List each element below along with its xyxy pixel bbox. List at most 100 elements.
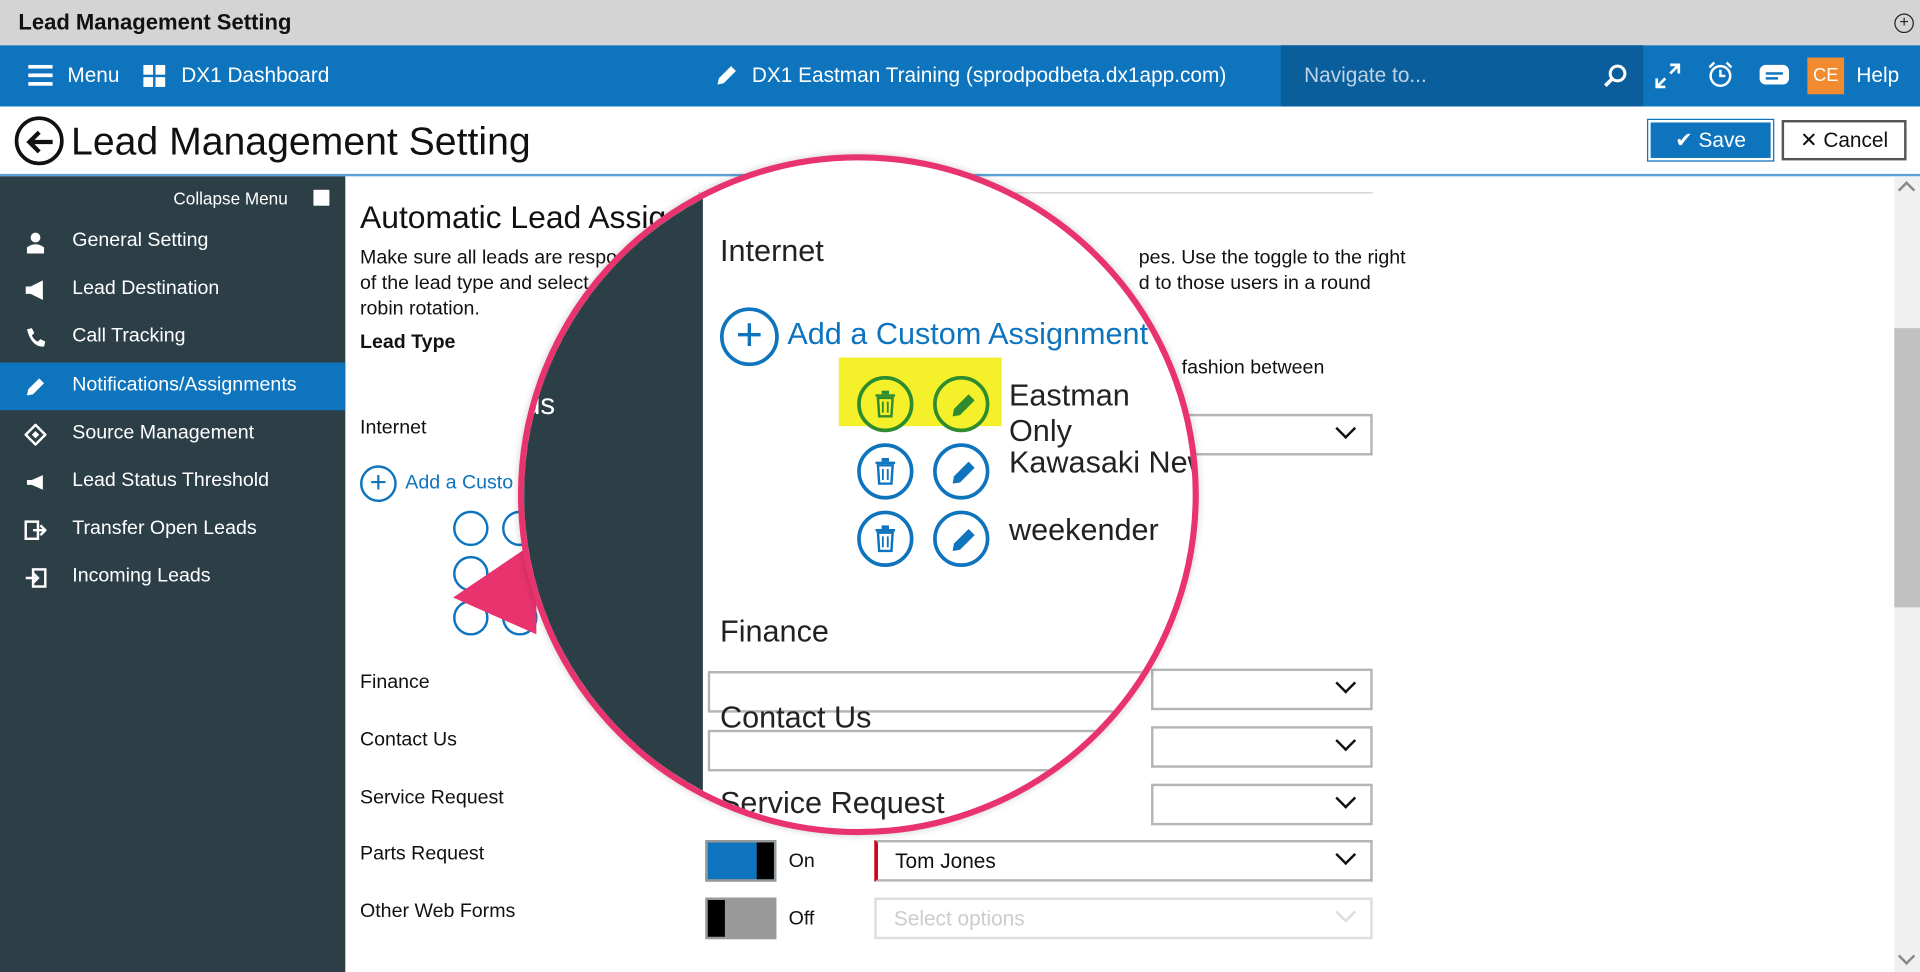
description-text: robin rotation. — [360, 298, 480, 320]
zoom-magnifier: d ds Internet + Add a Custom Assignment … — [517, 154, 1199, 836]
magnified-internet-label: Internet — [720, 233, 824, 269]
back-button[interactable] — [14, 116, 64, 166]
person-icon — [26, 232, 45, 254]
toggle-state-label: On — [788, 851, 815, 872]
chevron-down-icon — [1335, 730, 1357, 752]
magnified-active-strip — [524, 160, 703, 195]
add-window-icon[interactable]: + — [1894, 13, 1914, 34]
sidebar-item-call-tracking[interactable]: Call Tracking — [0, 313, 345, 361]
help-link[interactable]: Help — [1856, 64, 1899, 88]
expand-icon[interactable] — [1654, 62, 1681, 89]
back-arrow-icon — [26, 130, 53, 154]
search-icon[interactable] — [1603, 64, 1627, 88]
sidebar-item-transfer-open-leads[interactable]: Transfer Open Leads — [0, 506, 345, 554]
transfer-icon — [24, 520, 47, 541]
parts-request-select[interactable]: Tom Jones — [874, 840, 1373, 882]
sidebar-item-label: Lead Destination — [72, 277, 220, 299]
chevron-down-icon — [1335, 418, 1357, 439]
ticket-icon — [24, 423, 47, 446]
page-title: Lead Management Setting — [71, 118, 531, 163]
collapse-icon[interactable] — [313, 189, 330, 206]
sidebar-item-label: Notifications/Assignments — [72, 374, 297, 396]
lead-type-finance: Finance — [360, 672, 430, 694]
edit-icon[interactable] — [933, 375, 990, 433]
trash-icon[interactable] — [857, 375, 914, 433]
add-icon[interactable]: + — [360, 465, 397, 503]
add-icon[interactable]: + — [720, 307, 779, 367]
dashboard-link[interactable]: DX1 Dashboard — [181, 64, 329, 88]
select-placeholder: Select options — [893, 907, 1025, 931]
site-name[interactable]: DX1 Eastman Training (sprodpodbeta.dx1ap… — [752, 64, 1226, 88]
sidebar: Collapse Menu General Setting Lead Desti… — [0, 176, 346, 972]
pencil-icon — [717, 66, 736, 85]
sidebar-item-label: Incoming Leads — [72, 565, 211, 587]
scroll-down-icon[interactable] — [1897, 947, 1916, 965]
other-web-forms-toggle[interactable] — [705, 897, 777, 940]
magnified-contact-select[interactable] — [707, 729, 1193, 772]
lead-type-header: Lead Type — [360, 331, 456, 353]
sidebar-item-lead-status-threshold[interactable]: Lead Status Threshold — [0, 458, 345, 506]
add-custom-link[interactable]: Add a Custo — [405, 473, 513, 495]
sidebar-item-label: Source Management — [72, 422, 255, 444]
edit-icon[interactable] — [933, 510, 990, 567]
window-title: Lead Management Setting — [18, 9, 292, 35]
toggle-knob — [707, 900, 725, 937]
chat-icon[interactable] — [1758, 64, 1790, 88]
service-request-select[interactable] — [1151, 783, 1373, 826]
alarm-clock-icon[interactable] — [1707, 61, 1734, 88]
phone-icon — [26, 328, 46, 347]
incoming-icon — [25, 568, 47, 588]
scroll-up-icon[interactable] — [1897, 181, 1916, 199]
sidebar-item-source-management[interactable]: Source Management — [0, 410, 345, 458]
sidebar-item-notifications-assignments[interactable]: Notifications/Assignments — [0, 362, 346, 411]
magnified-finance-label: Finance — [720, 614, 829, 649]
window-titlebar: Lead Management Setting + — [0, 0, 1920, 46]
save-label: Save — [1698, 128, 1746, 152]
sidebar-item-incoming-leads[interactable]: Incoming Leads — [0, 553, 345, 601]
collapse-menu-button[interactable]: Collapse Menu — [173, 189, 287, 209]
trash-icon[interactable] — [857, 510, 914, 567]
check-icon: ✔ — [1675, 128, 1693, 152]
other-web-forms-select[interactable]: Select options — [874, 897, 1373, 940]
lead-type-internet: Internet — [360, 417, 427, 439]
description-text: d to those users in a round — [1138, 273, 1371, 294]
vertical-scrollbar[interactable] — [1894, 176, 1920, 972]
navigate-input[interactable] — [1280, 45, 1587, 107]
assignment-rule-name: Kawasaki New — [1008, 445, 1199, 481]
lead-type-parts-request: Parts Request — [360, 843, 485, 865]
chevron-down-icon — [1335, 844, 1357, 866]
sidebar-item-lead-destination[interactable]: Lead Destination — [0, 266, 345, 314]
sidebar-item-label: General Setting — [72, 230, 209, 252]
trash-icon[interactable] — [857, 443, 914, 500]
assignment-rule-name: Eastman Only — [1008, 378, 1130, 449]
magnified-sidebar-text: ds — [524, 388, 556, 422]
edit-icon[interactable] — [933, 443, 990, 500]
selected-value: Tom Jones — [895, 849, 996, 874]
hamburger-icon[interactable] — [28, 64, 53, 87]
sidebar-item-general-setting[interactable]: General Setting — [0, 218, 345, 266]
dashboard-icon — [143, 64, 166, 87]
toggle-knob — [756, 842, 774, 880]
magnified-service-request-label: Service Request — [720, 786, 945, 821]
description-text: pes. Use the toggle to the right — [1138, 247, 1406, 269]
add-custom-assignment-link[interactable]: Add a Custom Assignment R — [787, 317, 1178, 353]
toggle-state-label: Off — [788, 908, 815, 930]
sidebar-item-label: Lead Status Threshold — [72, 470, 270, 492]
lead-type-other-web-forms: Other Web Forms — [360, 901, 516, 923]
navigate-search — [1280, 45, 1644, 107]
save-button[interactable]: ✔ Save — [1646, 118, 1775, 162]
menu-button[interactable]: Menu — [67, 64, 119, 88]
magnified-sidebar-text: d — [533, 314, 551, 348]
magnified-sidebar: d ds — [524, 160, 703, 829]
sidebar-item-label: Transfer Open Leads — [72, 517, 257, 539]
lead-type-service-request: Service Request — [360, 787, 504, 809]
parts-request-toggle[interactable] — [705, 840, 777, 882]
user-avatar[interactable]: CE — [1807, 57, 1845, 95]
page-header: Lead Management Setting ✔ Save ✕ Cancel — [0, 106, 1920, 177]
cancel-button[interactable]: ✕ Cancel — [1781, 120, 1907, 161]
fashion-text: fashion between — [1181, 357, 1325, 379]
pencil-icon — [26, 378, 45, 396]
scrollbar-thumb[interactable] — [1894, 328, 1920, 608]
lead-type-contact-us: Contact Us — [360, 729, 457, 751]
horn-icon — [26, 475, 43, 490]
